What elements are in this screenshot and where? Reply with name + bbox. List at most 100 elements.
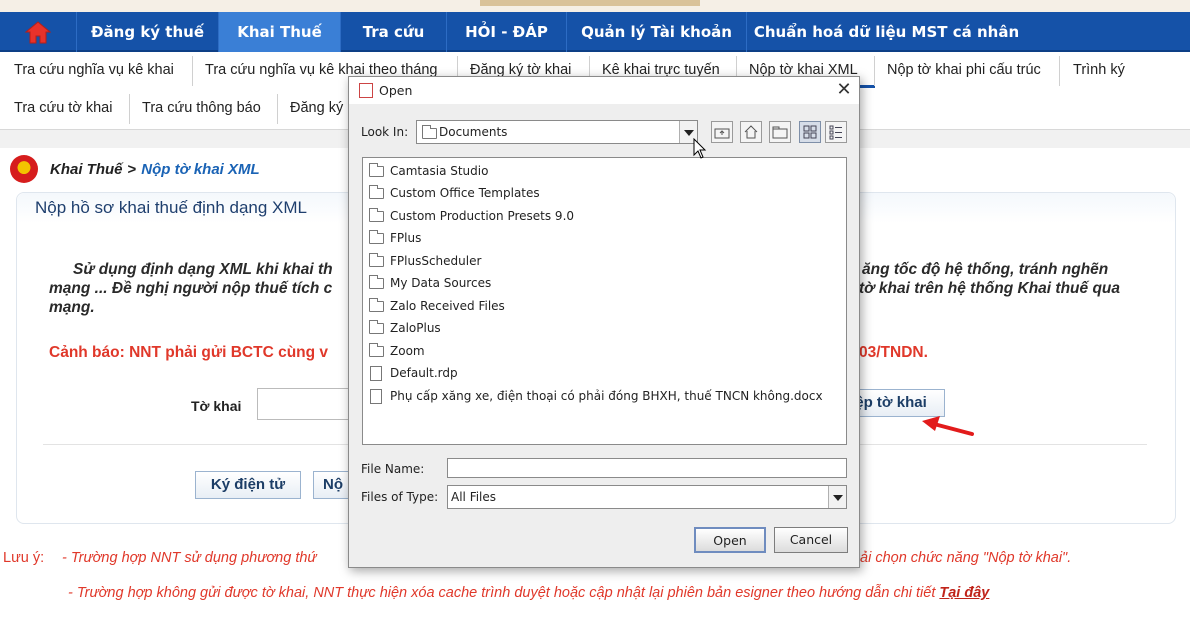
subnav-separator (874, 56, 875, 86)
home-folder-button[interactable] (740, 121, 762, 143)
nav-hoi-dap[interactable]: HỎI - ĐÁP (446, 12, 566, 52)
new-folder-icon (772, 126, 788, 139)
subnav-separator (277, 94, 278, 124)
file-name: Phụ cấp xăng xe, điện thoại có phải đóng… (390, 389, 823, 403)
breadcrumb-parent[interactable]: Khai Thuế (50, 161, 123, 178)
folder-icon (369, 229, 384, 244)
list-item[interactable]: My Data Sources (369, 273, 491, 293)
note-line-2-right: tờ khai trên hệ thống Khai thuế qua (859, 280, 1120, 297)
folder-icon (369, 274, 384, 289)
look-in-label: Look In: (361, 125, 409, 139)
cancel-button[interactable]: Cancel (774, 527, 848, 553)
files-of-type-label: Files of Type: (361, 490, 439, 504)
note-line-1-left: Sử dụng định dạng XML khi khai th (73, 261, 333, 278)
to-khai-label: Tờ khai (191, 398, 242, 414)
nav-tra-cuu[interactable]: Tra cứu (340, 12, 446, 52)
national-emblem-icon (10, 155, 38, 183)
folder-up-icon (714, 128, 730, 139)
subnav-nop-to-khai-phi-cau-truc[interactable]: Nộp tờ khai phi cấu trúc (887, 62, 1041, 78)
folder-icon (369, 184, 384, 199)
new-folder-button[interactable] (769, 121, 791, 143)
folder-icon (369, 207, 384, 222)
file-name: My Data Sources (390, 276, 492, 290)
footer-line-2-text: - Trường hợp không gửi được tờ khai, NNT… (68, 585, 936, 601)
subnav-tra-cuu-nghia-vu[interactable]: Tra cứu nghĩa vụ kê khai (14, 62, 174, 78)
dialog-title-bar[interactable]: Open ✕ (349, 77, 859, 104)
file-name: FPlus (390, 231, 422, 245)
nav-dang-ky-thue[interactable]: Đăng ký thuế (76, 12, 218, 52)
nav-khai-thue[interactable]: Khai Thuế (218, 12, 340, 52)
subnav-trinh-ky[interactable]: Trình ký (1073, 62, 1125, 78)
list-item[interactable]: Custom Production Presets 9.0 (369, 206, 574, 226)
submit-button[interactable]: Nộ (313, 471, 353, 499)
folder-icon (369, 319, 384, 334)
file-name: Default.rdp (390, 366, 458, 380)
subnav-tra-cuu-thong-bao[interactable]: Tra cứu thông báo (142, 100, 261, 116)
list-item[interactable]: Default.rdp (369, 363, 458, 383)
footer-line-1-left: - Trường hợp NNT sử dụng phương thứ (62, 550, 317, 566)
nav-quan-ly-tai-khoan[interactable]: Quản lý Tài khoản (566, 12, 746, 52)
close-icon[interactable]: ✕ (833, 78, 855, 102)
file-name: Camtasia Studio (390, 164, 489, 178)
note-line-3: mạng. (49, 299, 95, 316)
home-button[interactable] (0, 12, 76, 52)
file-name-input[interactable] (447, 458, 847, 478)
list-item[interactable]: FPlusScheduler (369, 251, 481, 271)
footer-line-2: - Trường hợp không gửi được tờ khai, NNT… (68, 585, 989, 601)
file-name: ZaloPlus (390, 321, 441, 335)
open-button[interactable]: Open (694, 527, 766, 553)
folder-icon (422, 125, 437, 139)
breadcrumb: Khai Thuế > Nộp tờ khai XML (10, 155, 260, 183)
main-nav: Đăng ký thuế Khai Thuế Tra cứu HỎI - ĐÁP… (0, 12, 1190, 52)
home-icon (744, 125, 758, 139)
list-item[interactable]: Zalo Received Files (369, 296, 505, 316)
note-line-2-left: mạng ... Đề nghị người nộp thuế tích c (49, 280, 333, 297)
folder-icon (369, 162, 384, 177)
breadcrumb-separator: > (127, 160, 137, 178)
top-banner-strip (0, 0, 1190, 12)
warning-right: 03/TNDN. (859, 344, 928, 361)
look-in-combo[interactable]: Documents (416, 120, 698, 144)
folder-icon (369, 297, 384, 312)
footer-line-1-right: ải chọn chức năng "Nộp tờ khai". (860, 550, 1072, 566)
warning-left: Cảnh báo: NNT phải gửi BCTC cùng v (49, 344, 329, 361)
file-name: Zoom (390, 344, 425, 358)
sign-button[interactable]: Ký điện tử (195, 471, 301, 499)
details-view-button[interactable] (825, 121, 847, 143)
up-one-level-button[interactable] (711, 121, 733, 143)
look-in-value: Documents (439, 125, 508, 139)
list-item[interactable]: ZaloPlus (369, 318, 441, 338)
file-name: Custom Production Presets 9.0 (390, 209, 575, 223)
banner-decoration (480, 0, 700, 6)
mouse-cursor-icon (693, 138, 707, 159)
document-icon (370, 365, 382, 381)
chevron-down-icon[interactable] (828, 486, 846, 508)
files-of-type-value: All Files (451, 490, 497, 504)
list-item[interactable]: Zoom (369, 341, 425, 361)
subnav-tra-cuu-to-khai[interactable]: Tra cứu tờ khai (14, 100, 112, 116)
list-view-icon (803, 125, 817, 139)
list-item[interactable]: FPlus (369, 228, 421, 248)
folder-icon (369, 342, 384, 357)
footer-link-tai-day[interactable]: Tại đây (939, 585, 989, 601)
home-icon (25, 21, 51, 44)
details-view-icon (829, 125, 842, 140)
note-line-1-right: ăng tốc độ hệ thống, tránh nghẽn (862, 261, 1109, 278)
open-file-dialog: Open ✕ Look In: Documents Camtasia Studi… (348, 76, 860, 568)
list-item[interactable]: Camtasia Studio (369, 161, 488, 181)
list-item[interactable]: Custom Office Templates (369, 183, 540, 203)
files-of-type-combo[interactable]: All Files (447, 485, 847, 509)
list-view-button[interactable] (799, 121, 821, 143)
to-khai-field[interactable] (257, 388, 357, 420)
nav-chuan-hoa-mst[interactable]: Chuẩn hoá dữ liệu MST cá nhân (746, 12, 1026, 52)
subnav-separator (192, 56, 193, 86)
subnav-dang-ky[interactable]: Đăng ký (290, 100, 343, 116)
breadcrumb-current: Nộp tờ khai XML (141, 160, 260, 178)
red-arrow-icon (922, 416, 974, 436)
file-list[interactable]: Camtasia Studio Custom Office Templates … (362, 157, 847, 445)
list-item[interactable]: Phụ cấp xăng xe, điện thoại có phải đóng… (369, 386, 823, 406)
java-icon (359, 83, 373, 98)
dialog-title: Open (379, 83, 413, 98)
file-name: Custom Office Templates (390, 186, 540, 200)
folder-icon (369, 252, 384, 267)
